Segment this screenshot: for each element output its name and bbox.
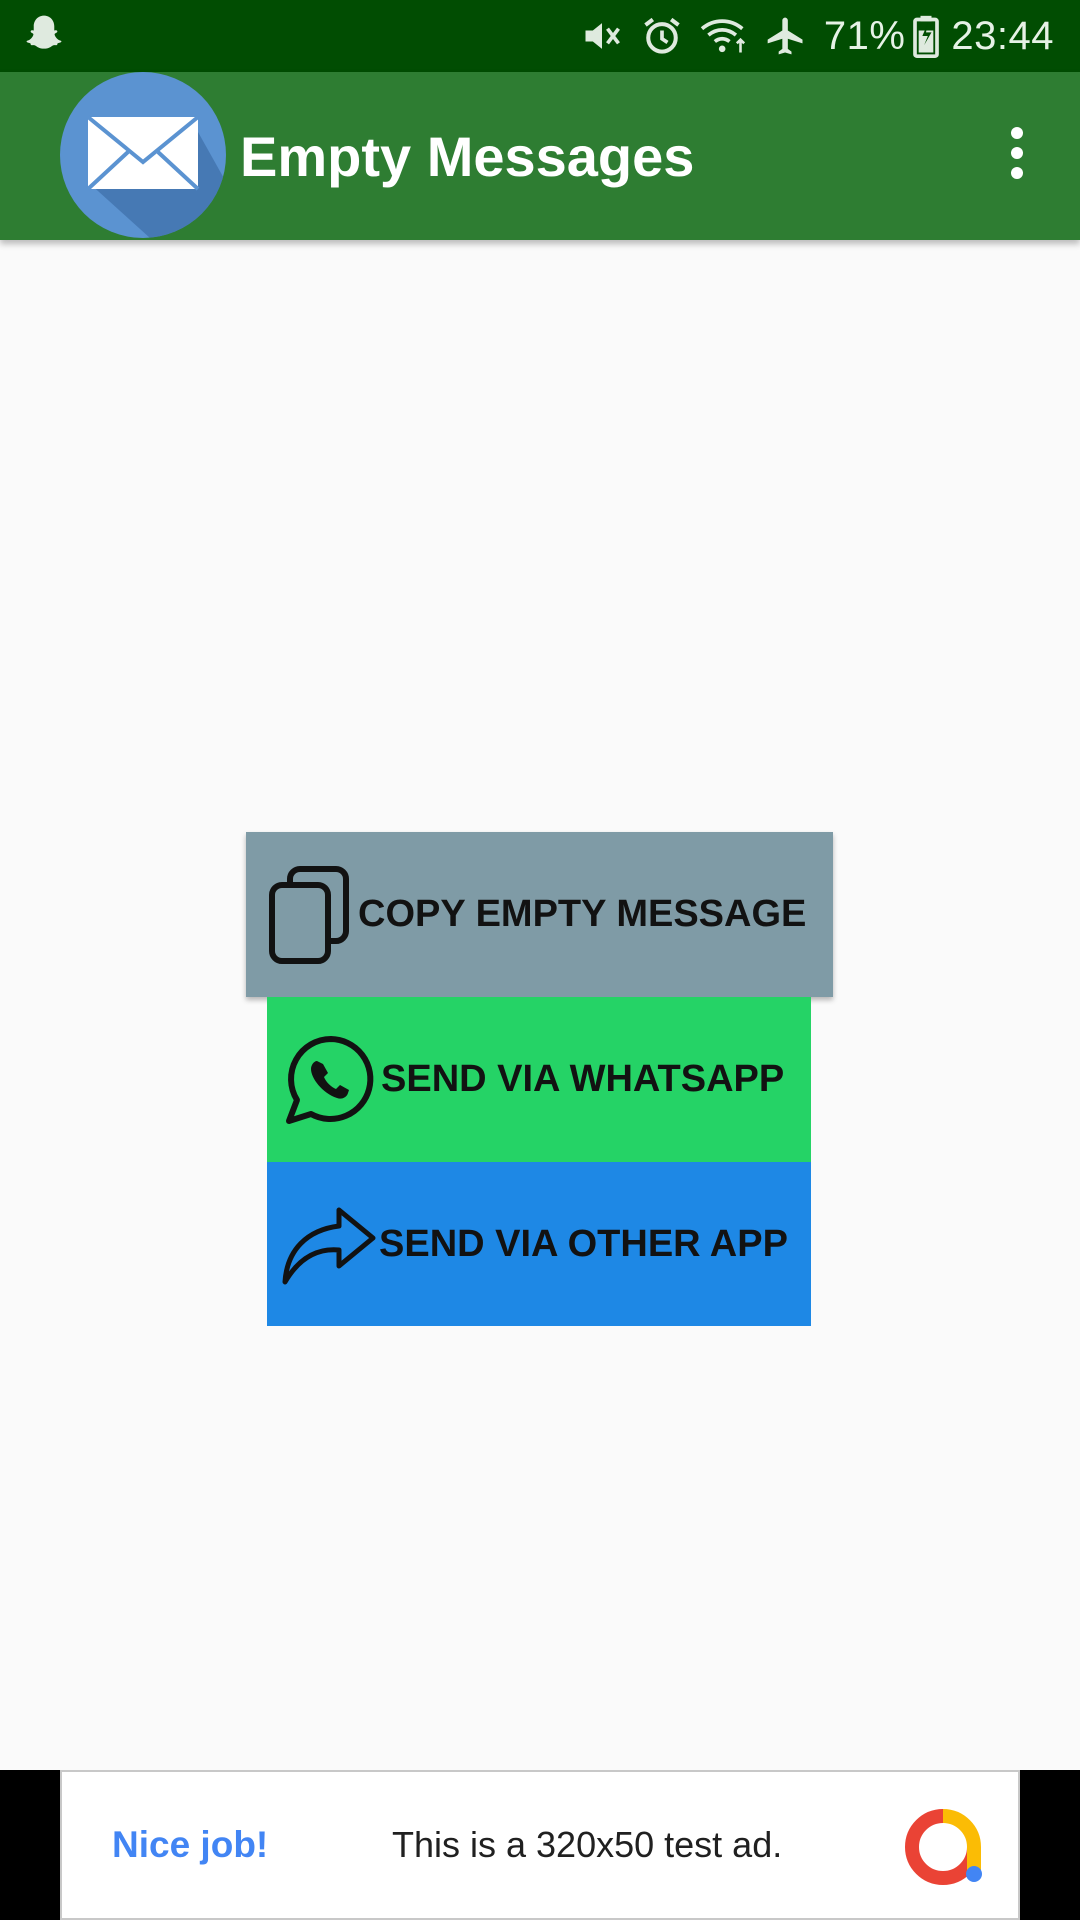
whatsapp-icon [283, 1033, 377, 1127]
app-bar: Empty Messages [0, 72, 1080, 240]
wifi-icon [700, 14, 748, 58]
send-via-other-app-button[interactable]: SEND VIA OTHER APP [267, 1162, 811, 1326]
ad-logo-icon [904, 1808, 982, 1886]
copy-button-label: COPY EMPTY MESSAGE [358, 893, 807, 935]
envelope-icon [60, 115, 226, 238]
copy-empty-message-button[interactable]: COPY EMPTY MESSAGE [246, 832, 833, 997]
status-left [22, 12, 66, 61]
whatsapp-button-label: SEND VIA WHATSAPP [381, 1058, 785, 1100]
status-right: 71% 23:44 [564, 14, 1054, 59]
battery-percent: 71% [823, 13, 906, 58]
test-ad-banner[interactable]: Nice job! This is a 320x50 test ad. [60, 1770, 1020, 1920]
share-arrow-icon [279, 1194, 379, 1294]
airplane-icon [764, 14, 808, 58]
mute-icon [580, 14, 624, 58]
ad-body: This is a 320x50 test ad. [392, 1824, 783, 1865]
ad-headline: Nice job! [112, 1824, 269, 1865]
more-vert-icon [1007, 126, 1027, 185]
ad-area: Nice job! This is a 320x50 test ad. [0, 1770, 1080, 1920]
clock: 23:44 [951, 13, 1054, 58]
send-via-whatsapp-button[interactable]: SEND VIA WHATSAPP [267, 997, 811, 1162]
overflow-menu-button[interactable] [984, 122, 1050, 188]
page-title: Empty Messages [240, 125, 695, 188]
other-app-button-label: SEND VIA OTHER APP [379, 1222, 788, 1265]
alarm-icon [640, 14, 684, 58]
battery-icon [913, 14, 940, 58]
app-logo [60, 72, 226, 238]
copy-icon [266, 865, 354, 965]
snapchat-ghost-icon [22, 12, 66, 61]
status-bar: 71% 23:44 [0, 0, 1080, 72]
